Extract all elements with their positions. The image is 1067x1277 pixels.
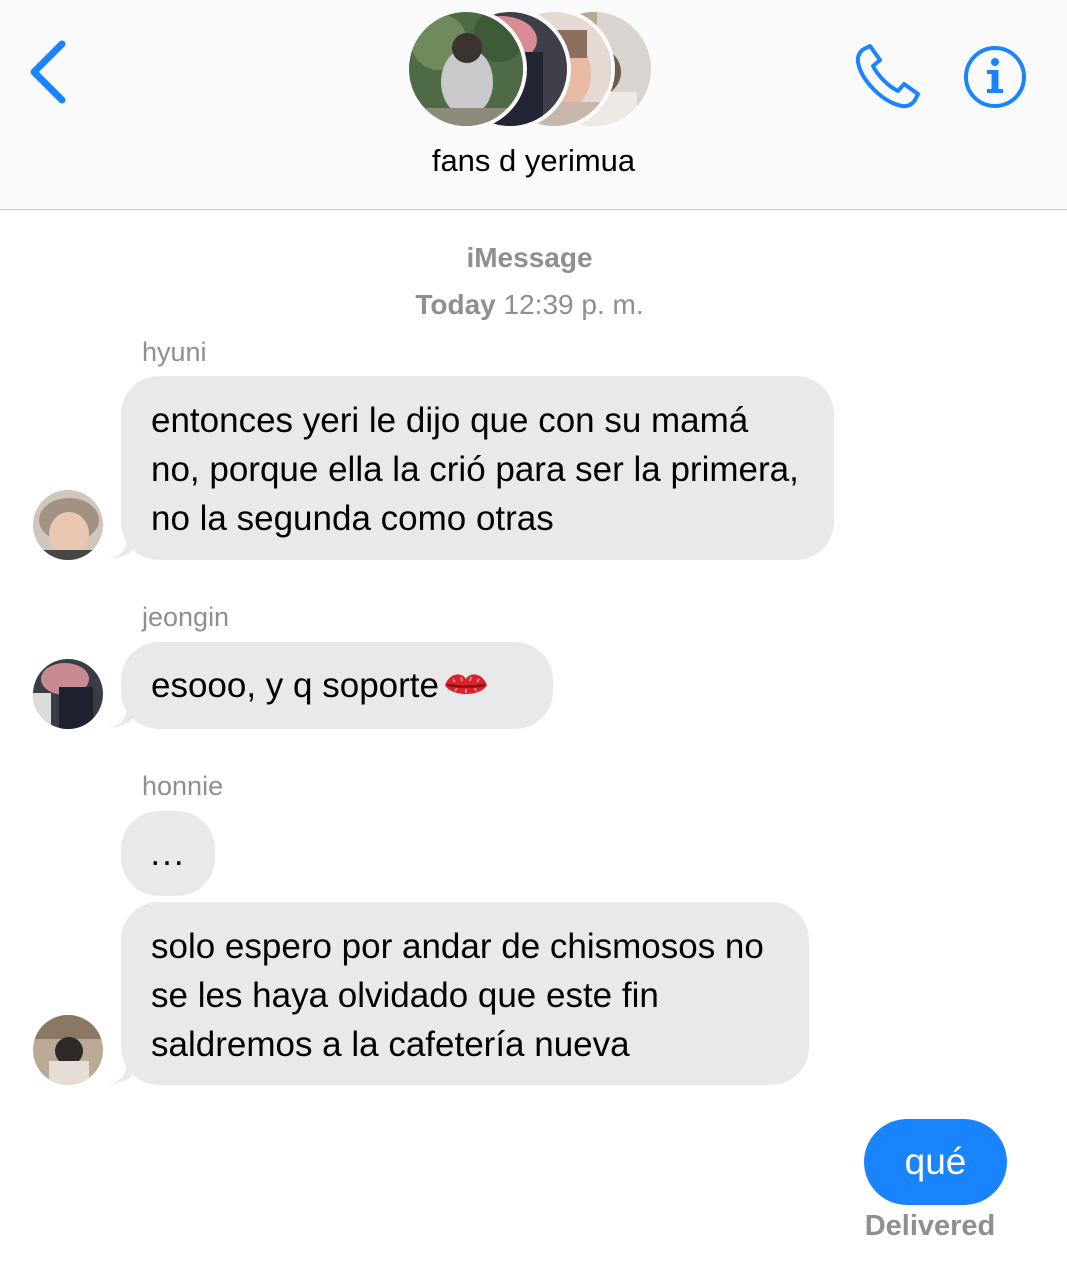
group-member-avatar	[405, 8, 527, 130]
service-label: iMessage	[466, 242, 593, 273]
avatar[interactable]	[33, 490, 103, 560]
sender-name: hyuni	[142, 337, 207, 367]
group-title[interactable]: fans d yerimua	[0, 143, 1067, 179]
message-text: ...	[150, 834, 186, 873]
conversation-header: fans d yerimua	[0, 0, 1067, 210]
avatar[interactable]	[33, 1015, 103, 1085]
bubble-tail	[108, 695, 134, 728]
delivery-status: Delivered	[864, 1210, 996, 1242]
sender-name: honnie	[142, 771, 224, 801]
message-text: esooo, y q soporte	[151, 666, 439, 705]
avatar[interactable]	[33, 659, 103, 729]
thread-timestamp: Today 12:39 p. m.	[0, 289, 1059, 321]
outgoing-message-bubble[interactable]: qué	[864, 1119, 1007, 1205]
phone-icon[interactable]	[852, 42, 922, 112]
message-text: entonces yeri le dijo que con su mamá no…	[151, 401, 799, 538]
typing-bubble[interactable]: ...	[121, 811, 215, 896]
message-bubble[interactable]: solo espero por andar de chismosos no se…	[121, 902, 809, 1085]
chevron-left-icon[interactable]	[20, 30, 80, 120]
message-bubble[interactable]: entonces yeri le dijo que con su mamá no…	[121, 376, 834, 560]
info-icon[interactable]	[962, 44, 1028, 110]
timestamp-day: Today	[415, 289, 496, 320]
outgoing-message-text: qué	[904, 1141, 967, 1182]
bubble-tail	[108, 526, 134, 559]
kiss-mark-emoji	[444, 674, 487, 694]
message-bubble[interactable]: esooo, y q soporte	[121, 642, 553, 729]
sender-name: jeongin	[142, 602, 230, 632]
group-avatar-stack[interactable]	[405, 8, 655, 130]
bubble-tail	[108, 1051, 134, 1084]
timestamp-time: 12:39 p. m.	[503, 289, 644, 320]
message-text: solo espero por andar de chismosos no se…	[151, 927, 764, 1064]
